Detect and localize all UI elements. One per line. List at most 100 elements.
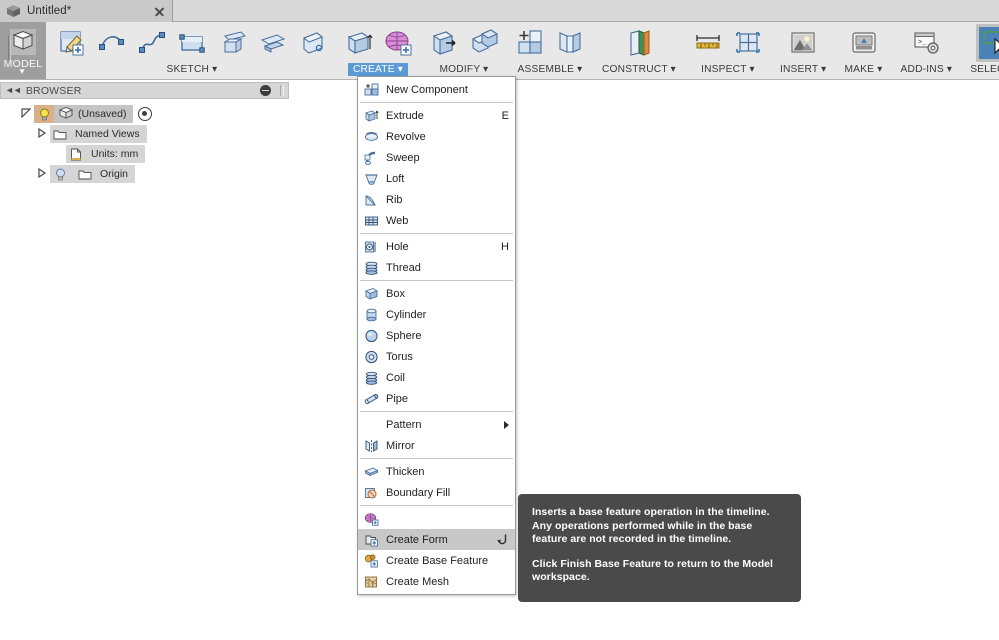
ribbon-group-label-sketch[interactable]: SKETCH ▾ (162, 63, 223, 76)
menu-item-accelerator: H (501, 241, 509, 253)
menu-item-boundary-fill[interactable]: Boundary Fill (358, 482, 515, 503)
new-component-icon[interactable] (511, 24, 549, 62)
menu-item-extrude[interactable]: Extrude E (358, 105, 515, 126)
ribbon-group-label-assemble[interactable]: ASSEMBLE ▾ (513, 63, 588, 76)
menu-item-label: Mirror (386, 440, 509, 452)
offset-plane-icon[interactable] (253, 24, 291, 62)
ribbon-group-make: MAKE ▾ (837, 22, 891, 79)
extrude-icon[interactable] (339, 24, 377, 62)
hole-icon (363, 239, 380, 255)
scripts-addins-icon[interactable]: >_ (907, 24, 945, 62)
menu-item-hole[interactable]: Hole H (358, 236, 515, 257)
menu-item-box[interactable]: Box (358, 283, 515, 304)
section-analysis-icon[interactable] (729, 24, 767, 62)
menu-item-rib[interactable]: Rib (358, 189, 515, 210)
tree-item-label: Named Views (75, 128, 140, 140)
folder-icon (75, 165, 95, 183)
spline-icon[interactable] (133, 24, 171, 62)
tree-row-units[interactable]: Units: mm (0, 144, 289, 164)
tree-item-units[interactable]: Units: mm (66, 145, 145, 163)
construct-plane-icon[interactable] (620, 24, 658, 62)
twisty-collapsed-icon[interactable] (34, 168, 50, 180)
menu-item-pipe[interactable]: Pipe (358, 388, 515, 409)
menu-item-web[interactable]: Web (358, 210, 515, 231)
minus-circle-icon[interactable] (260, 85, 271, 96)
menu-item-create-mesh[interactable]: Create Base Feature (358, 550, 515, 571)
ribbon-group-label-select[interactable]: SELECT ▾ (965, 63, 999, 76)
sketch-dimension-icon[interactable] (293, 24, 331, 62)
menu-item-create-base-feature[interactable]: Create Form (358, 529, 515, 550)
browser-tree: (Unsaved) Named Views (0, 99, 289, 184)
menu-item-label: Pipe (386, 393, 509, 405)
ribbon-group-assemble: ASSEMBLE ▾ (508, 22, 592, 79)
lightbulb-off-icon[interactable] (50, 165, 70, 183)
create-form-icon[interactable] (379, 24, 417, 62)
ribbon-group-label-make[interactable]: MAKE ▾ (840, 63, 888, 76)
combine-icon[interactable] (465, 24, 503, 62)
tree-row-origin[interactable]: Origin (0, 164, 289, 184)
menu-item-coil[interactable]: Coil (358, 367, 515, 388)
panel-resize-grip[interactable] (280, 85, 284, 96)
select-label-text: SELECT (970, 64, 999, 75)
menu-item-thicken[interactable]: Thicken (358, 461, 515, 482)
create-form-icon (363, 511, 380, 527)
menu-item-create-form[interactable] (358, 508, 515, 529)
menu-item-revolve[interactable]: Revolve (358, 126, 515, 147)
insert-image-icon[interactable] (784, 24, 822, 62)
tree-row-named-views[interactable]: Named Views (0, 124, 289, 144)
twisty-expanded-icon[interactable] (18, 108, 34, 120)
menu-item-loft[interactable]: Loft (358, 168, 515, 189)
boundary-fill-icon (363, 485, 380, 501)
menu-item-voronoi-sketch-generator[interactable]: Create Mesh (358, 571, 515, 592)
extrude-icon (363, 108, 380, 124)
extrude-profile-icon[interactable] (213, 24, 251, 62)
press-pull-icon[interactable] (425, 24, 463, 62)
ribbon-group-label-modify[interactable]: MODIFY ▾ (435, 63, 494, 76)
addins-label-text: ADD-INS (901, 64, 944, 75)
lightbulb-on-icon[interactable] (34, 105, 54, 123)
collapse-left-icon[interactable]: ◄◄ (5, 86, 21, 95)
tree-item-unsaved[interactable]: (Unsaved) (34, 105, 133, 123)
select-window-icon[interactable] (976, 24, 999, 62)
ribbon-group-label-addins[interactable]: ADD-INS ▾ (896, 63, 958, 76)
rectangle-icon[interactable] (173, 24, 211, 62)
tree-item-origin[interactable]: Origin (50, 165, 135, 183)
measure-icon[interactable] (689, 24, 727, 62)
menu-item-sweep[interactable]: Sweep (358, 147, 515, 168)
menu-item-label: Hole (386, 241, 495, 253)
menu-item-accelerator: E (502, 110, 509, 122)
ribbon-group-label-construct[interactable]: CONSTRUCT ▾ (597, 63, 681, 76)
joint-icon[interactable] (551, 24, 589, 62)
radio-target-icon[interactable] (138, 107, 152, 121)
document-icon (66, 145, 86, 163)
3d-print-icon[interactable] (845, 24, 883, 62)
ribbon-group-label-insert[interactable]: INSERT ▾ (775, 63, 832, 76)
inspect-label-text: INSPECT (701, 64, 746, 75)
tree-row-unsaved[interactable]: (Unsaved) (0, 104, 289, 124)
menu-item-pattern[interactable]: Pattern (358, 414, 515, 435)
menu-item-cylinder[interactable]: Cylinder (358, 304, 515, 325)
close-icon[interactable] (153, 5, 166, 18)
cube-icon (6, 4, 21, 18)
menu-item-sphere[interactable]: Sphere (358, 325, 515, 346)
menu-item-mirror[interactable]: Mirror (358, 435, 515, 456)
menu-item-label: Extrude (386, 110, 496, 122)
menu-item-new-component[interactable]: New Component (358, 79, 515, 100)
workspace-switcher-model[interactable]: MODEL ▼ (0, 22, 46, 79)
ribbon-group-label-inspect[interactable]: INSPECT ▾ (696, 63, 760, 76)
twisty-collapsed-icon[interactable] (34, 128, 50, 140)
torus-icon (363, 349, 380, 365)
ribbon-group-sketch: SKETCH ▾ (50, 22, 334, 79)
voronoi-icon (363, 574, 380, 590)
document-tab[interactable]: Untitled* (0, 0, 173, 22)
line-icon[interactable] (93, 24, 131, 62)
menu-separator (360, 280, 513, 281)
create-sketch-icon[interactable] (53, 24, 91, 62)
menu-item-torus[interactable]: Torus (358, 346, 515, 367)
tree-item-named-views[interactable]: Named Views (50, 125, 147, 143)
svg-text:>_: >_ (918, 39, 927, 47)
ribbon-group-label-create[interactable]: CREATE ▾ (348, 63, 408, 76)
browser-panel: ◄◄ BROWSER (0, 82, 289, 184)
menu-item-label: Rib (386, 194, 509, 206)
menu-item-thread[interactable]: Thread (358, 257, 515, 278)
